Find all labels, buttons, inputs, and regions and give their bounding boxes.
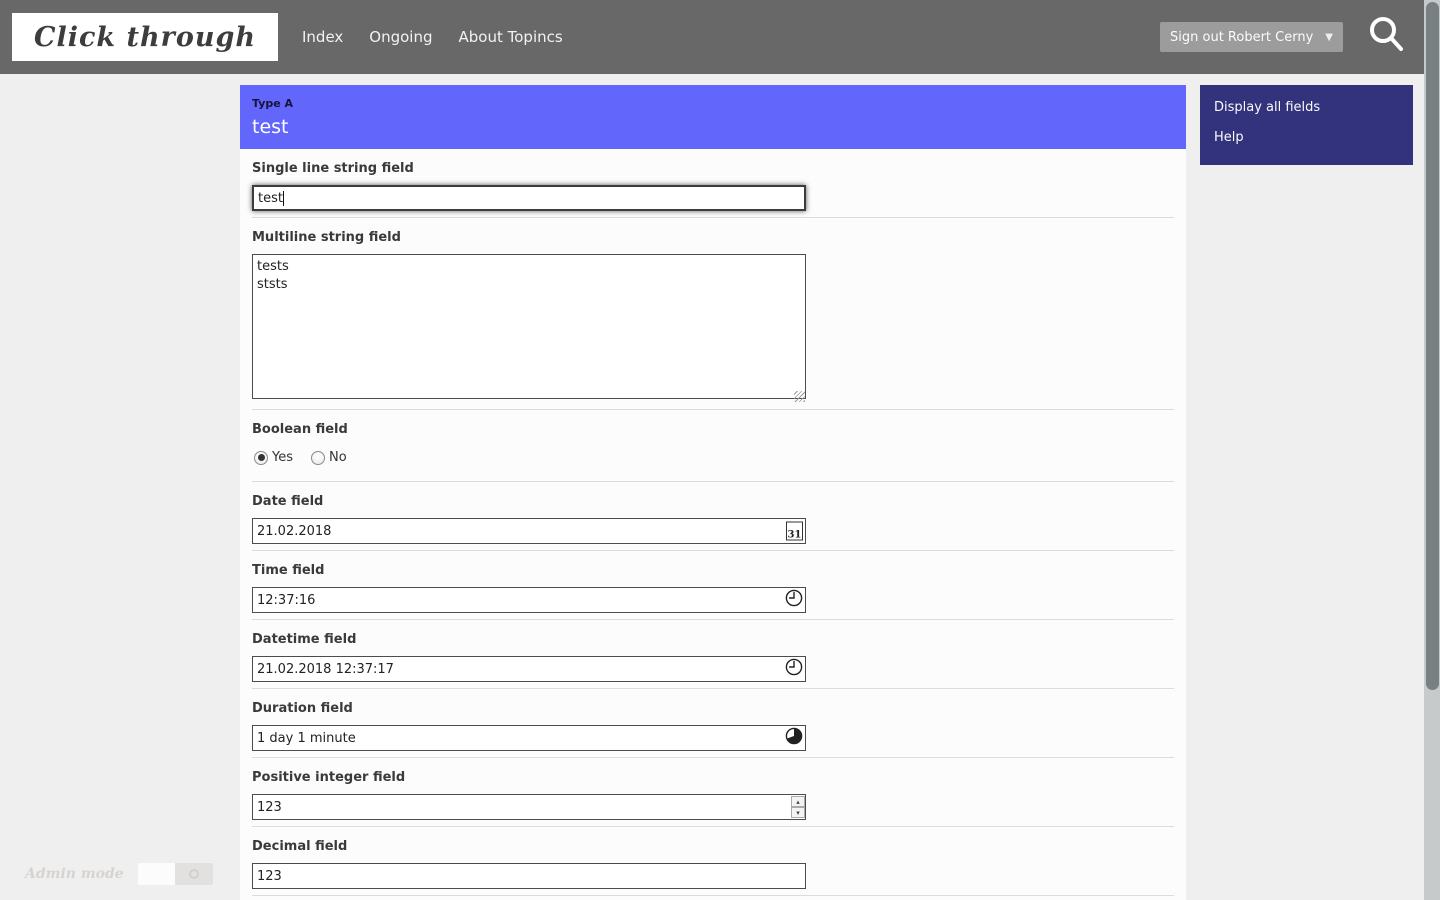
vertical-scrollbar-thumb[interactable] — [1426, 2, 1439, 690]
date-input[interactable] — [252, 518, 806, 544]
time-input[interactable] — [252, 587, 806, 613]
duration-icon[interactable] — [785, 727, 803, 749]
record-type-label: Type A — [252, 97, 1174, 110]
menu-item-display-all-fields[interactable]: Display all fields — [1200, 93, 1413, 123]
field-datetime: Datetime field — [252, 620, 1174, 689]
datetime-input[interactable] — [252, 656, 806, 682]
context-menu: Display all fields Help — [1200, 85, 1413, 165]
radio-label: Yes — [272, 450, 293, 465]
chevron-down-icon: ▼ — [1325, 32, 1333, 43]
positive-integer-input[interactable] — [252, 794, 806, 820]
vertical-scrollbar-track[interactable] — [1424, 0, 1440, 900]
text-caret — [283, 191, 284, 206]
field-positive-integer: Positive integer field ▴ ▾ — [252, 758, 1174, 827]
calendar-icon[interactable]: 31 — [786, 522, 803, 541]
field-date: Date field 31 — [252, 482, 1174, 551]
nav-item-index[interactable]: Index — [302, 28, 343, 46]
field-time: Time field — [252, 551, 1174, 620]
field-label: Decimal field — [252, 839, 1174, 854]
field-boolean: Boolean field Yes No — [252, 410, 1174, 482]
menu-item-help[interactable]: Help — [1200, 123, 1413, 153]
field-regex-string: String field with regular expression con… — [252, 896, 1174, 900]
field-label: Date field — [252, 494, 1174, 509]
logo-text: Click through — [34, 22, 256, 53]
search-button[interactable] — [1366, 14, 1406, 58]
field-label: Datetime field — [252, 632, 1174, 647]
field-label: Boolean field — [252, 422, 1174, 437]
admin-mode-control: Admin mode — [25, 863, 213, 885]
toggle-on-half[interactable] — [175, 863, 213, 885]
admin-mode-label: Admin mode — [25, 866, 124, 882]
clock-icon[interactable] — [785, 658, 803, 680]
field-label: Duration field — [252, 701, 1174, 716]
single-line-string-input[interactable] — [252, 185, 806, 211]
field-label: Multiline string field — [252, 230, 1174, 245]
decimal-input[interactable] — [252, 863, 806, 889]
field-label: Time field — [252, 563, 1174, 578]
search-icon — [1367, 44, 1405, 59]
radio-button-unchecked[interactable] — [311, 451, 325, 465]
duration-input[interactable] — [252, 725, 806, 751]
field-decimal: Decimal field — [252, 827, 1174, 896]
radio-button-checked[interactable] — [254, 451, 268, 465]
spinner-up-icon[interactable]: ▴ — [791, 796, 805, 807]
spinner-down-icon[interactable]: ▾ — [791, 807, 805, 818]
toggle-knob-icon — [189, 869, 199, 879]
toggle-off-half[interactable] — [138, 863, 175, 885]
logo[interactable]: Click through — [12, 13, 278, 61]
field-single-line-string: Single line string field — [252, 149, 1174, 218]
clock-icon[interactable] — [785, 589, 803, 611]
field-label: Single line string field — [252, 161, 1174, 176]
multiline-string-textarea[interactable]: tests ststs — [252, 254, 806, 399]
radio-label: No — [329, 450, 347, 465]
radio-option-yes[interactable]: Yes — [254, 450, 293, 465]
main-nav: Index Ongoing About Topincs — [302, 0, 563, 74]
field-label: Positive integer field — [252, 770, 1174, 785]
sign-out-button[interactable]: Sign out Robert Cerny ▼ — [1160, 22, 1343, 52]
radio-option-no[interactable]: No — [311, 450, 347, 465]
record-header-banner: Type A test — [240, 85, 1186, 149]
main-content: Type A test Single line string field Mul… — [240, 85, 1186, 900]
sign-out-label: Sign out Robert Cerny — [1170, 30, 1313, 45]
nav-item-ongoing[interactable]: Ongoing — [369, 28, 432, 46]
resize-grip-icon[interactable] — [794, 391, 805, 402]
page-title: test — [252, 116, 1174, 138]
top-header-bar: Click through Index Ongoing About Topinc… — [0, 0, 1440, 74]
nav-item-about-topincs[interactable]: About Topincs — [459, 28, 563, 46]
admin-mode-toggle[interactable] — [138, 863, 213, 885]
field-duration: Duration field — [252, 689, 1174, 758]
field-multiline-string: Multiline string field tests ststs — [252, 218, 1174, 410]
number-spinner: ▴ ▾ — [791, 796, 805, 818]
